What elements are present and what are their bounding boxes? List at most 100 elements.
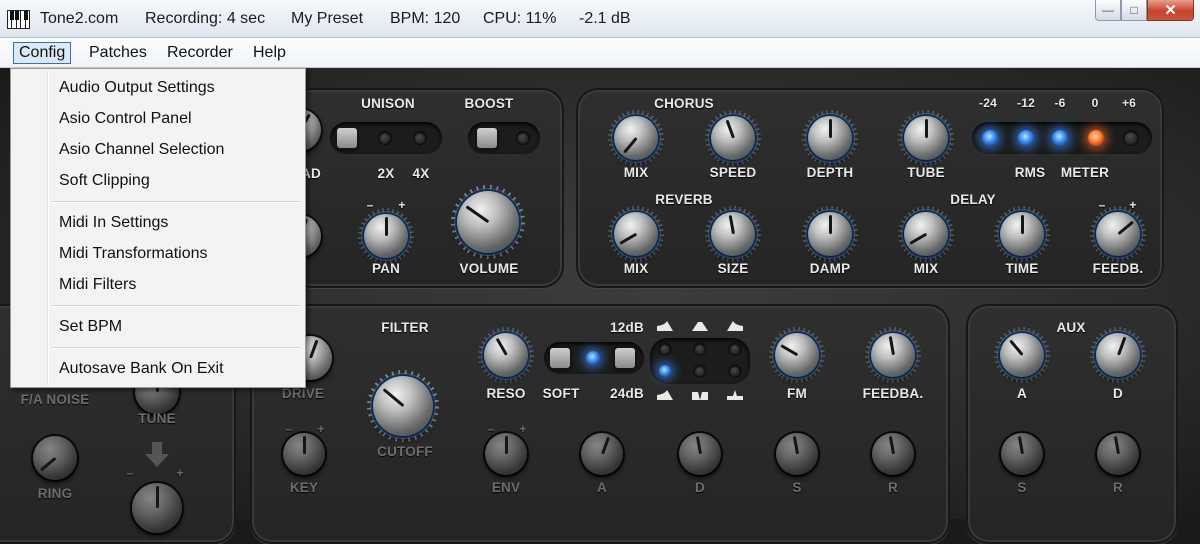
aux-attack-label: A	[1017, 386, 1027, 401]
aux-attack-knob[interactable]	[994, 327, 1050, 383]
cutoff-knob[interactable]	[367, 370, 439, 442]
menu-asio-control-panel[interactable]: Asio Control Panel	[59, 110, 192, 128]
unison-4x-led	[414, 132, 426, 144]
reso-knob[interactable]	[478, 327, 534, 383]
aux-release-knob[interactable]	[1097, 433, 1139, 475]
chorus-depth-knob[interactable]	[802, 110, 858, 166]
key-knob[interactable]	[283, 433, 325, 475]
delay-title: DELAY	[950, 192, 996, 207]
soft-label: SOFT	[542, 386, 580, 401]
delay-time-knob[interactable]	[994, 206, 1050, 262]
filter-release-knob[interactable]	[872, 433, 914, 475]
filter-type-led-1	[659, 343, 671, 355]
piano-keys-icon	[7, 10, 31, 29]
reverb-mix-knob[interactable]	[608, 206, 664, 262]
menu-set-bpm[interactable]: Set BPM	[59, 318, 122, 336]
aux-sustain-knob[interactable]	[1001, 433, 1043, 475]
menu-asio-channel-selection[interactable]: Asio Channel Selection	[59, 141, 224, 159]
menu-midi-in-settings[interactable]: Midi In Settings	[59, 214, 168, 232]
soft-toggle[interactable]	[550, 348, 570, 368]
key-label: KEY	[289, 480, 319, 495]
delay-time-label: TIME	[1005, 261, 1039, 276]
meter-led-4	[1088, 130, 1104, 146]
chorus-speed-knob[interactable]	[705, 110, 761, 166]
chorus-mix-knob[interactable]	[608, 110, 664, 166]
chorus-speed-label: SPEED	[709, 165, 757, 180]
bandpass-icon	[692, 322, 708, 331]
filter-release-label: R	[888, 480, 898, 495]
reverb-damp-knob[interactable]	[802, 206, 858, 262]
chorus-title: CHORUS	[654, 96, 714, 111]
menu-autosave-bank-on-exit[interactable]: Autosave Bank On Exit	[59, 360, 224, 378]
drive-label: DRIVE	[281, 386, 325, 401]
cutoff-label: CUTOFF	[377, 444, 433, 459]
delay-mix-label: MIX	[913, 261, 939, 276]
soft-led	[586, 351, 600, 365]
lowpass-icon	[657, 321, 673, 331]
ring-knob[interactable]	[33, 436, 77, 480]
delay-mix-knob[interactable]	[898, 206, 954, 262]
lowpass-24-icon	[657, 390, 673, 400]
menu-midi-filters[interactable]: Midi Filters	[59, 276, 136, 294]
key-minus: –	[285, 422, 293, 436]
unison-toggle[interactable]	[337, 128, 357, 148]
amp-section	[290, 88, 564, 288]
tube-label: TUBE	[907, 165, 945, 180]
unison-2x-label: 2X	[377, 166, 395, 181]
app-title: Tone2.com	[40, 10, 119, 27]
level-readout: -2.1 dB	[579, 10, 631, 27]
osc-plus: +	[176, 466, 184, 480]
pan-minus: –	[366, 198, 374, 212]
filter-feedback-label: FEEDBA.	[862, 386, 924, 401]
notch-icon	[692, 392, 708, 400]
filter-attack-label: A	[597, 480, 607, 495]
volume-knob[interactable]	[451, 185, 525, 259]
aux-sustain-label: S	[1017, 480, 1027, 495]
menu-bar: Config Patches Recorder Help	[0, 38, 1200, 68]
boost-toggle[interactable]	[477, 128, 497, 148]
filter-section	[250, 304, 950, 544]
env-minus: –	[487, 422, 495, 436]
meter-tick-0: -24	[979, 96, 997, 110]
filter-title: FILTER	[381, 320, 429, 335]
menu-config[interactable]: Config	[13, 42, 72, 64]
filter-type-led-4	[659, 365, 671, 377]
env-knob[interactable]	[485, 433, 527, 475]
menu-patches[interactable]: Patches	[84, 42, 152, 64]
filter-attack-knob[interactable]	[581, 433, 623, 475]
filter-feedback-knob[interactable]	[865, 327, 921, 383]
menu-help[interactable]: Help	[248, 42, 291, 64]
aux-decay-knob[interactable]	[1090, 327, 1146, 383]
12db-label: 12dB	[610, 320, 644, 335]
close-button[interactable]: ✕	[1147, 0, 1194, 21]
config-menu: Audio Output Settings Asio Control Panel…	[10, 68, 306, 388]
unison-2x-led	[379, 132, 391, 144]
tube-knob[interactable]	[898, 110, 954, 166]
meter-tick-3: 0	[1091, 96, 1099, 110]
filter-type-led-3	[729, 343, 741, 355]
delay-feedback-knob[interactable]	[1090, 206, 1146, 262]
filter-type-led-6	[729, 365, 741, 377]
menu-audio-output-settings[interactable]: Audio Output Settings	[59, 79, 215, 97]
menu-soft-clipping[interactable]: Soft Clipping	[59, 172, 150, 190]
filter-decay-knob[interactable]	[679, 433, 721, 475]
unison-4x-label: 4X	[412, 166, 430, 181]
meter-led-3	[1052, 130, 1068, 146]
cpu-readout: CPU: 11%	[483, 10, 557, 27]
menu-midi-transformations[interactable]: Midi Transformations	[59, 245, 208, 263]
chorus-depth-label: DEPTH	[806, 165, 854, 180]
menu-separator	[51, 305, 301, 307]
fa-noise-label: F/A NOISE	[20, 392, 90, 407]
window-controls: — □ ✕	[1095, 0, 1194, 22]
filter-slope-toggle[interactable]	[615, 348, 635, 368]
aux-decay-label: D	[1113, 386, 1123, 401]
menu-recorder[interactable]: Recorder	[162, 42, 238, 64]
reverb-size-knob[interactable]	[705, 206, 761, 262]
maximize-button[interactable]: □	[1121, 0, 1147, 21]
filter-sustain-knob[interactable]	[776, 433, 818, 475]
minimize-button[interactable]: —	[1095, 0, 1121, 21]
filter-fm-knob[interactable]	[769, 327, 825, 383]
osc-fine-knob[interactable]	[132, 483, 182, 533]
filter-sustain-label: S	[792, 480, 802, 495]
pan-knob[interactable]	[358, 208, 414, 264]
